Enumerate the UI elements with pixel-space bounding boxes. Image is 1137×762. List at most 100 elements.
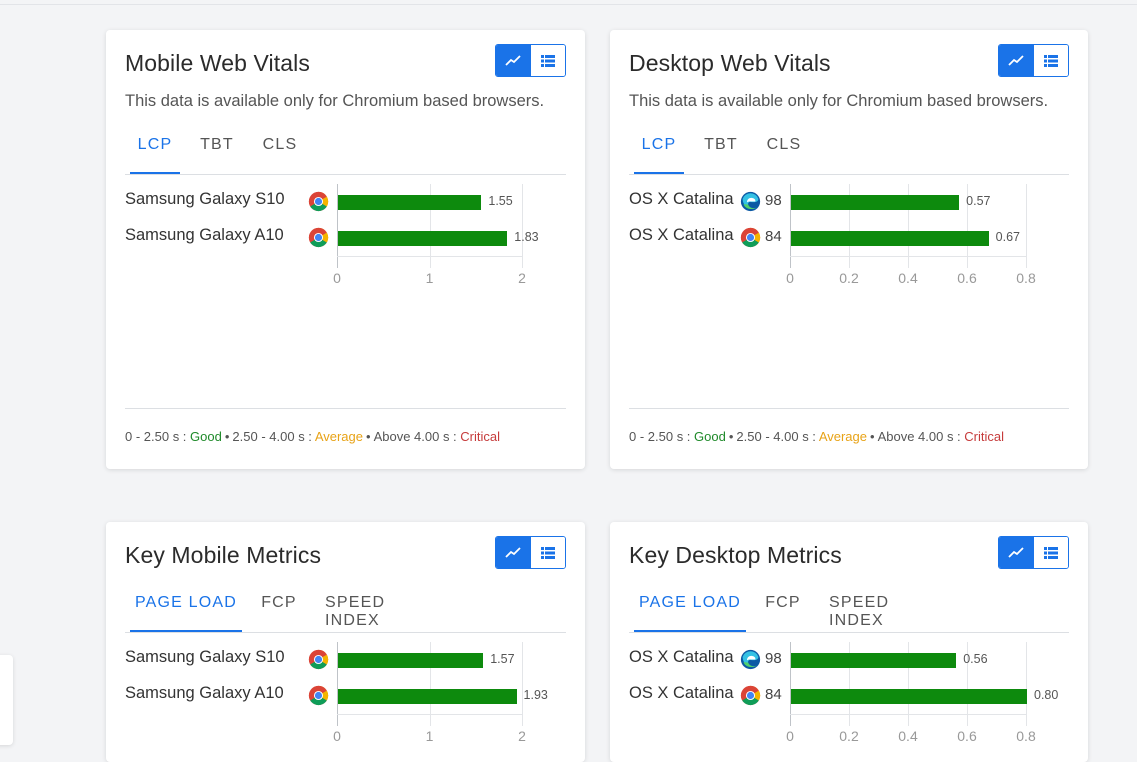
critical-label: Critical [964,429,1005,444]
browser-score: 84 [765,686,782,703]
card-subtitle: This data is available only for Chromium… [125,92,545,110]
x-tick-label: 2 [518,728,526,744]
tab-page-load[interactable]: PAGE LOAD [634,594,746,632]
threshold-legend: 0 - 2.50 s : Good • 2.50 - 4.00 s : Averag… [125,429,501,444]
good-range: 0 - 2.50 s : [629,429,695,444]
x-tick-label: 0.4 [898,270,918,286]
bar-value-label: 0.57 [966,194,991,208]
bar-value-label: 1.83 [514,230,539,244]
chrome-icon [740,685,761,706]
table-view-button[interactable] [1033,45,1068,76]
good-label: Good [694,429,726,444]
row-label: Samsung Galaxy A10 [125,684,284,702]
chrome-icon [308,227,329,248]
chrome-icon [308,191,329,212]
edge-icon [740,649,761,670]
table-view-button[interactable] [530,45,565,76]
tab-fcp[interactable]: FCP [261,594,297,631]
row-label: OS X Catalina [629,648,734,666]
tab-cls[interactable]: CLS [764,136,804,173]
bar[interactable] [791,231,989,246]
side-panel-edge [0,655,13,745]
chart-view-button[interactable] [496,537,531,568]
chart-view-button[interactable] [496,45,531,76]
row-label: OS X Catalina [629,226,734,244]
metric-tabs: PAGE LOAD FCP SPEED INDEX [629,594,1069,633]
view-toggle [998,44,1069,77]
list-icon [540,54,555,67]
x-tick-label: 0.2 [839,270,859,286]
browser-score: 98 [765,650,782,667]
tab-fcp[interactable]: FCP [765,594,801,631]
average-label: Average [314,429,363,444]
metric-tabs: LCP TBT CLS [125,136,566,175]
bar-value-label: 1.93 [523,688,548,702]
x-tick-label: 0.8 [1016,270,1036,286]
line-chart-icon [1008,546,1024,558]
table-view-button[interactable] [530,537,565,568]
average-label: Average [818,429,867,444]
line-chart-icon [1008,54,1024,66]
x-tick-label: 0 [786,270,794,286]
card-title: Key Mobile Metrics [125,542,322,568]
key-desktop-metrics-card: Key Desktop Metrics PAGE LOAD FCP SPEED … [610,522,1088,762]
x-tick-label: 0.6 [957,728,977,744]
bar[interactable] [338,195,482,210]
tab-tbt[interactable]: TBT [701,136,741,173]
bar[interactable] [791,653,957,668]
x-axis-line [790,714,1026,715]
list-icon [540,546,555,559]
row-label: Samsung Galaxy S10 [125,190,285,208]
desktop-web-vitals-card: Desktop Web Vitals This data is availabl… [610,30,1088,469]
row-label: Samsung Galaxy S10 [125,648,285,666]
x-tick-label: 0 [333,270,341,286]
tab-lcp[interactable]: LCP [130,136,180,174]
tab-lcp[interactable]: LCP [634,136,684,174]
chart-view-button[interactable] [999,537,1034,568]
table-view-button[interactable] [1033,537,1068,568]
x-tick-label: 0.8 [1016,728,1036,744]
tab-speed-index[interactable]: SPEED INDEX [325,594,440,631]
grid-line [1026,642,1027,726]
view-toggle [495,44,566,77]
chrome-icon [308,685,329,706]
card-title: Key Desktop Metrics [629,542,842,568]
card-title: Mobile Web Vitals [125,50,310,76]
tab-speed-index[interactable]: SPEED INDEX [829,594,944,631]
card-title: Desktop Web Vitals [629,50,831,76]
threshold-legend: 0 - 2.50 s : Good • 2.50 - 4.00 s : Averag… [629,429,1005,444]
grid-line [522,642,523,726]
line-chart-icon [505,54,521,66]
view-toggle [495,536,566,569]
view-toggle [998,536,1069,569]
x-axis-line [790,256,1026,257]
grid-line [1026,184,1027,268]
x-tick-label: 0.6 [957,270,977,286]
tab-cls[interactable]: CLS [260,136,300,173]
bar-value-label: 1.57 [490,652,515,666]
critical-range: Above 4.00 s : [877,429,965,444]
bar[interactable] [338,689,517,704]
chrome-icon [308,649,329,670]
tab-page-load[interactable]: PAGE LOAD [130,594,242,632]
mobile-web-vitals-card: Mobile Web Vitals This data is available… [106,30,585,469]
bar[interactable] [791,689,1027,704]
bar[interactable] [338,231,508,246]
list-icon [1043,54,1058,67]
x-tick-label: 1 [425,270,434,286]
x-tick-label: 0.4 [898,728,918,744]
good-range: 0 - 2.50 s : [125,429,191,444]
critical-label: Critical [460,429,501,444]
x-tick-label: 2 [518,270,526,286]
browser-score: 98 [765,192,782,209]
tab-tbt[interactable]: TBT [197,136,237,173]
bar-value-label: 0.56 [963,652,988,666]
bar-value-label: 0.80 [1034,688,1059,702]
bar[interactable] [338,653,484,668]
line-chart-icon [505,546,521,558]
chart-view-button[interactable] [999,45,1034,76]
card-subtitle: This data is available only for Chromium… [629,92,1049,110]
x-tick-label: 0 [786,728,794,744]
bar[interactable] [791,195,960,210]
bar-value-label: 0.67 [995,230,1020,244]
